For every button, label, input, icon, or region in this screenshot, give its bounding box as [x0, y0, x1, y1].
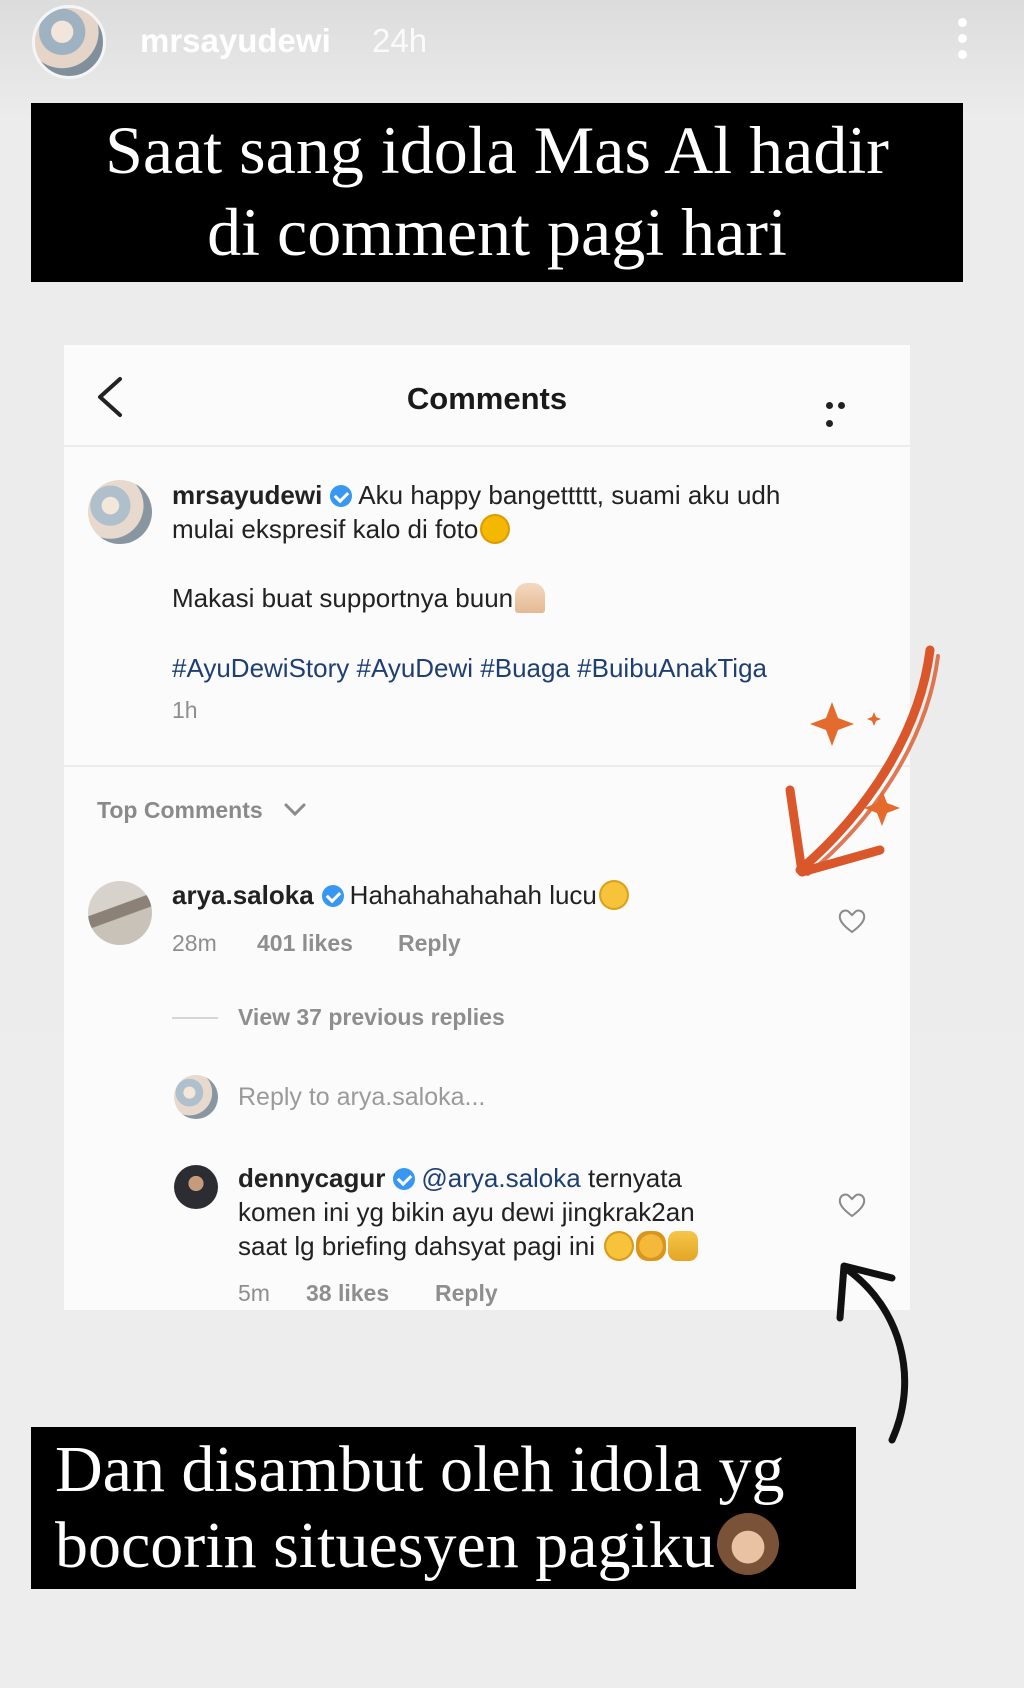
story-avatar[interactable]	[32, 5, 106, 79]
reply-time: 5m	[238, 1280, 270, 1306]
post-time: 1h	[172, 697, 198, 723]
comment-line: arya.saloka Hahahahahahah lucu	[172, 878, 629, 912]
arrow-doodle	[836, 1262, 909, 1444]
post-username[interactable]: mrsayudewi	[172, 480, 322, 510]
header-divider	[64, 445, 910, 447]
post-caption-line-2: mulai ekspresif kalo di foto	[172, 512, 511, 546]
verified-icon	[330, 485, 353, 507]
rofl-emoji-icon	[604, 1231, 635, 1261]
view-previous-replies[interactable]: View 37 previous replies	[238, 1004, 505, 1031]
reply-input[interactable]: Reply to arya.saloka...	[238, 1080, 485, 1114]
story-username[interactable]: mrsayudewi	[140, 22, 331, 60]
post-text-2: mulai ekspresif kalo di foto	[172, 514, 479, 544]
caption-bottom-text-2: bocorin situesyen pagiku	[55, 1509, 715, 1582]
praying-hands-emoji-icon	[515, 583, 546, 613]
top-comments-toggle[interactable]: Top Comments	[97, 797, 307, 824]
story-header: mrsayudewi 24h	[0, 0, 1024, 90]
sparkle-icon	[867, 712, 881, 726]
thumbs-up-emoji-icon	[668, 1231, 699, 1261]
reply-text-1: ternyata	[587, 1163, 682, 1193]
see-no-evil-monkey-emoji-icon	[716, 1513, 779, 1575]
heart-icon[interactable]	[838, 1192, 866, 1218]
arrow-doodle	[785, 645, 940, 877]
verified-icon	[393, 1168, 416, 1190]
post-hashtags[interactable]: #AyuDewiStory #AyuDewi #Buaga #BuibuAnak…	[172, 651, 767, 685]
reply-text-2: komen ini yg bikin ayu dewi jingkrak2an	[238, 1197, 695, 1227]
post-text-1: Aku happy bangettttt, suami aku udh	[358, 480, 781, 510]
chevron-down-icon	[284, 803, 306, 817]
caption-top-line-1: Saat sang idola Mas Al hadir	[105, 112, 889, 188]
verified-icon	[321, 885, 344, 907]
caption-top: Saat sang idola Mas Al hadir di comment …	[31, 103, 963, 282]
comments-title: Comments	[406, 381, 568, 416]
reply-username[interactable]: dennycagur	[238, 1163, 385, 1193]
reply-line-3: saat lg briefing dahsyat pagi ini	[238, 1229, 699, 1263]
post-caption-line-3: Makasi buat supportnya buun	[172, 581, 546, 615]
comment-username[interactable]: arya.saloka	[172, 880, 314, 910]
avatar[interactable]	[174, 1165, 218, 1209]
caption-bottom-line-1: Dan disambut oleh idola yg	[55, 1433, 785, 1506]
story-more-icon[interactable]	[956, 18, 968, 62]
reply-reply-button[interactable]: Reply	[435, 1280, 498, 1307]
story-frame: mrsayudewi 24h Saat sang idola Mas Al ha…	[0, 0, 1024, 1688]
heart-icon[interactable]	[838, 908, 866, 934]
comment-reply-button[interactable]: Reply	[398, 930, 461, 957]
caption-bottom-line-2: bocorin situesyen pagiku	[55, 1509, 779, 1583]
avatar[interactable]	[88, 480, 152, 544]
comment-time: 28m	[172, 930, 217, 956]
comment-text: Hahahahahahah lucu	[349, 880, 597, 910]
reply-text-3: saat lg briefing dahsyat pagi ini	[238, 1231, 596, 1261]
top-comments-label: Top Comments	[97, 797, 263, 823]
reply-likes[interactable]: 38 likes	[306, 1280, 389, 1307]
avatar[interactable]	[88, 881, 152, 945]
avatar	[174, 1075, 218, 1119]
caption-bottom: Dan disambut oleh idola yg bocorin situe…	[31, 1427, 856, 1589]
more-icon[interactable]	[826, 396, 860, 427]
heart-eyes-emoji-icon	[480, 514, 511, 544]
post-caption-line-1: mrsayudewi Aku happy bangettttt, suami ak…	[172, 478, 780, 512]
story-time: 24h	[372, 22, 428, 59]
caption-top-line-2: di comment pagi hari	[207, 194, 787, 270]
reply-mention[interactable]: @arya.saloka	[421, 1163, 580, 1193]
reply-line-1: dennycagur @arya.saloka ternyata	[238, 1161, 682, 1195]
post-text-3: Makasi buat supportnya buun	[172, 583, 514, 613]
sparkle-icon	[810, 702, 854, 746]
comment-likes[interactable]: 401 likes	[257, 930, 353, 957]
laughing-emoji-icon	[598, 880, 629, 910]
replies-line-divider	[172, 1017, 218, 1019]
clap-emoji-icon	[636, 1231, 667, 1261]
